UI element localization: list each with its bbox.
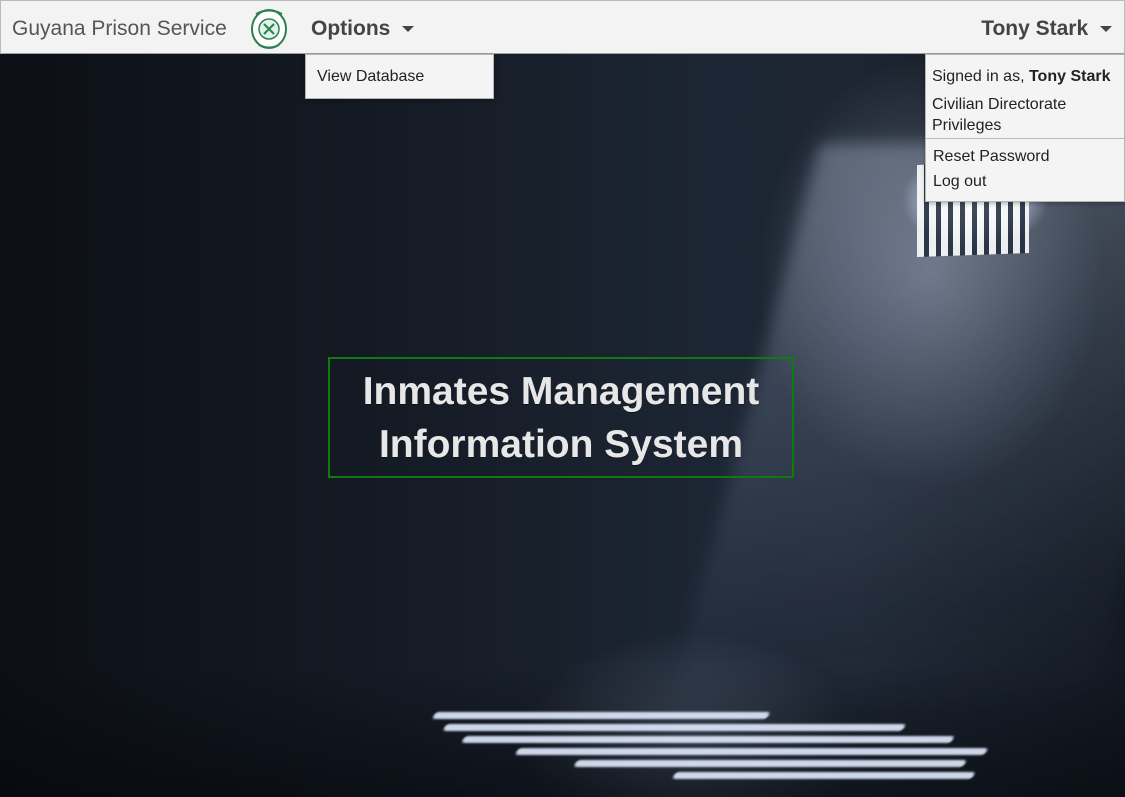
- floor-light-stripe: [442, 724, 907, 731]
- privileges-text: Civilian Directorate Privileges: [932, 96, 1067, 134]
- prison-service-crest-icon: [251, 9, 287, 49]
- chevron-down-icon: [402, 26, 415, 33]
- options-menu-button[interactable]: Options: [311, 17, 415, 41]
- signed-in-prefix: Signed in as,: [932, 68, 1025, 85]
- chevron-down-icon: [1100, 26, 1112, 33]
- user-menu-label: Tony Stark: [981, 17, 1089, 40]
- floor-light-stripe: [671, 772, 976, 779]
- brand-title[interactable]: Guyana Prison Service: [12, 17, 227, 41]
- user-menu-button[interactable]: Tony Stark: [981, 17, 1112, 41]
- top-navbar: Guyana Prison Service Options Tony Stark: [0, 0, 1125, 54]
- system-title-box: Inmates Management Information System: [328, 357, 794, 478]
- floor-light-stripe: [573, 760, 968, 767]
- options-dropdown-menu: View Database: [305, 54, 494, 99]
- options-menu-label: Options: [311, 17, 391, 40]
- floor-light-stripe: [461, 736, 955, 743]
- floor-light-stripe: [514, 748, 989, 755]
- floor-light-pattern: [319, 705, 1052, 785]
- user-dropdown-menu: Signed in as, Tony Stark Civilian Direct…: [925, 54, 1125, 202]
- system-title-line-2: Information System: [378, 422, 744, 466]
- menu-item-log-out[interactable]: Log out: [933, 173, 986, 191]
- floor-light-stripe: [431, 712, 771, 719]
- menu-divider: [926, 138, 1124, 139]
- signed-in-user-name: Tony Stark: [1028, 68, 1111, 85]
- signed-in-info: Signed in as, Tony Stark: [932, 68, 1110, 86]
- menu-item-reset-password[interactable]: Reset Password: [933, 148, 1050, 166]
- system-title-line-1: Inmates Management: [362, 369, 760, 413]
- menu-item-view-database[interactable]: View Database: [317, 68, 424, 86]
